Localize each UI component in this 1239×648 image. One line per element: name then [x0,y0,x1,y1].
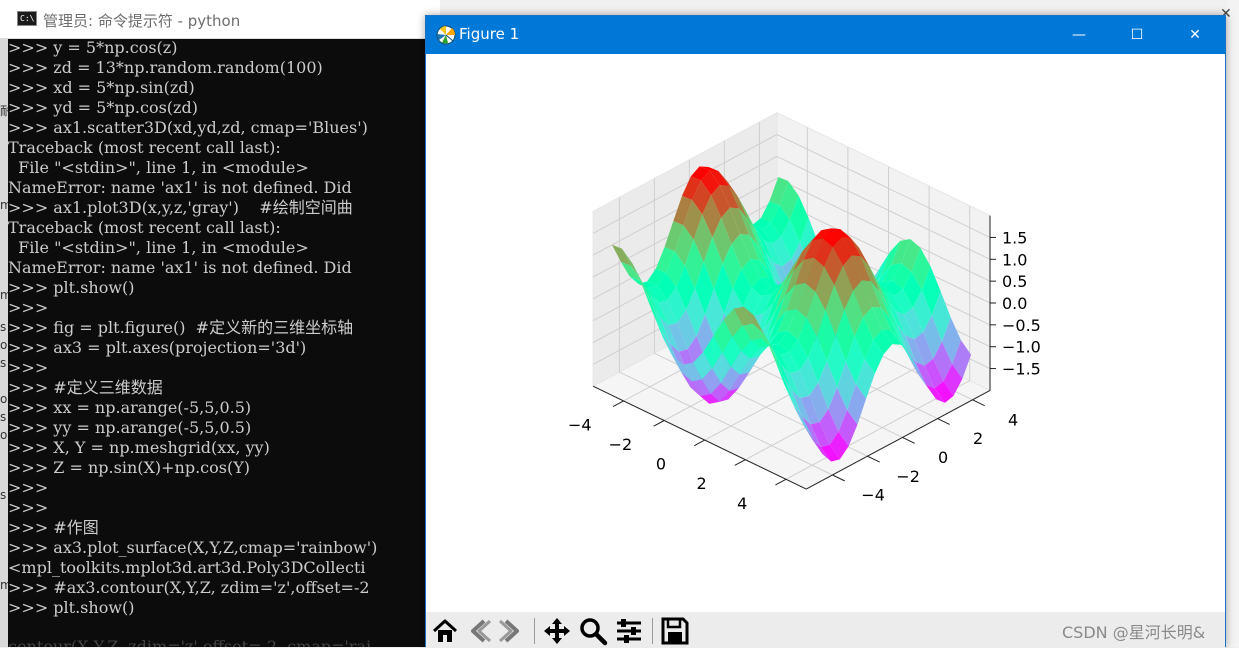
console-line: <mpl_toolkits.mplot3d.art3d.Poly3DCollec… [8,558,366,577]
cmd-window-title: 管理员: 命令提示符 - python [43,12,241,30]
z-tick-label: −0.5 [1002,316,1041,335]
console-line: Traceback (most recent call last): [8,138,281,157]
console-line: >>> zd = 13*np.random.random(100) [8,58,323,77]
x-tick [775,478,787,486]
console-line: >>> yd = 5*np.cos(zd) [8,98,198,117]
save-icon[interactable] [660,616,690,646]
cmd-titlebar[interactable]: C:\ 管理员: 命令提示符 - python [0,0,440,39]
y-tick [972,399,985,407]
background-window-text: m [0,288,8,302]
console-line: NameError: name 'ax1' is not defined. Di… [8,258,352,277]
background-window-text: s [0,356,7,370]
cmd-app-icon: C:\ [17,11,37,26]
z-tick-label: −1.5 [1002,360,1041,379]
background-window-text: m [0,578,8,592]
y-tick [867,455,880,463]
toolbar-separator [534,618,535,644]
command-prompt-window[interactable]: C:\ 管理员: 命令提示符 - python >>> y = 5*np.cos… [0,0,440,647]
background-window-text: o [0,392,8,406]
console-line: Traceback (most recent call last): [8,218,281,237]
console-line: File "<stdin>", line 1, in <module> [8,158,309,177]
console-line: >>> #ax3.contour(X,Y,Z, zdim='z',offset=… [8,578,370,597]
y-tick-label: −2 [896,467,920,486]
configure-subplots-icon[interactable] [614,616,644,646]
console-line: File "<stdin>", line 1, in <module> [8,238,309,257]
background-window-text: m [0,198,8,212]
minimize-button[interactable]: — [1050,16,1108,54]
console-line: >>> plt.show() [8,278,135,297]
console-line: >>> ax1.scatter3D(xd,yd,zd, cmap='Blues'… [8,118,368,137]
z-tick-label: 1.0 [1002,250,1027,269]
console-line: >>> [8,358,49,377]
console-line: >>> ax1.plot3D(x,y,z,'gray') #绘制空间曲 [8,198,353,217]
z-tick-label: 0.5 [1002,272,1027,291]
plot-canvas[interactable]: −4 −2 0 2 4 −4 −2 0 2 4 1.5 1.0 0.5 0.0 −0.5 −1.0 −1.5 [426,54,1225,612]
close-button[interactable]: ✕ [1166,16,1224,54]
y-tick [832,474,845,482]
x-tick-label: 0 [656,455,666,474]
console-line: >>> xx = np.arange(-5,5,0.5) [8,398,252,417]
forward-icon[interactable] [496,616,526,646]
z-tick-label: 0.0 [1002,294,1027,313]
x-tick [694,439,705,447]
console-line: >>> ax3 = plt.axes(projection='3d') [8,338,307,357]
maximize-button[interactable]: ☐ [1108,16,1166,54]
y-tick [902,436,915,444]
surface-plot[interactable]: −4 −2 0 2 4 −4 −2 0 2 4 1.5 1.0 0.5 0.0 −0.5 −1.0 −1.5 [426,54,1225,612]
z-tick-label: 1.5 [1002,228,1027,247]
figure-title: Figure 1 [459,25,520,43]
console-line: >>> yy = np.arange(-5,5,0.5) [8,418,252,437]
background-window-edge: 耐mmsosososm [0,38,8,647]
background-window-text: 耐 [0,104,8,118]
console-line: NameError: name 'ax1' is not defined. Di… [8,178,352,197]
y-tick-label: 2 [973,429,983,448]
x-tick [734,459,746,466]
console-line: >>> fig = plt.figure() #定义新的三维坐标轴 [8,318,354,337]
figure-window[interactable]: Figure 1 — ☐ ✕ −4 −2 0 2 4 −4 −2 0 2 4 1.5 1.0 0.5 0.… [425,15,1226,648]
background-window-right-edge [1226,0,1239,647]
background-window-text: s [0,410,7,424]
back-icon[interactable] [464,616,494,646]
pan-icon[interactable] [542,616,572,646]
figure-titlebar[interactable]: Figure 1 — ☐ ✕ [426,16,1225,54]
zoom-icon[interactable] [578,616,608,646]
background-window-text: s [0,488,7,502]
x-tick [653,420,665,427]
x-tick [612,400,624,407]
toolbar-separator [652,618,653,644]
console-line: >>> #作图 [8,518,99,537]
background-window-text: o [0,338,8,352]
x-tick-label: 2 [697,474,707,493]
console-line: >>> [8,498,49,517]
console-line: >>> [8,298,49,317]
console-line: >>> plt.show() [8,598,135,617]
watermark-text: CSDN @星河长明& [1062,623,1206,642]
console-output[interactable]: >>> y = 5*np.cos(z) >>> zd = 13*np.random… [8,38,428,638]
y-tick-label: 4 [1008,410,1018,429]
console-line: >>> Z = np.sin(X)+np.cos(Y) [8,458,251,477]
y-tick-label: −4 [861,486,885,505]
console-line: >>> [8,478,49,497]
y-tick [937,418,950,425]
console-line: >>> y = 5*np.cos(z) [8,38,178,57]
x-tick-label: −2 [609,435,633,454]
x-tick-label: 4 [737,494,747,513]
matplotlib-logo-icon [436,25,456,45]
console-line: >>> X, Y = np.meshgrid(xx, yy) [8,438,270,457]
console-line: >>> ax3.plot_surface(X,Y,Z,cmap='rainbow… [8,538,378,557]
home-icon[interactable] [430,616,460,646]
console-line: >>> #定义三维数据 [8,378,163,397]
z-tick-label: −1.0 [1002,338,1041,357]
background-window-text: s [0,320,7,334]
x-tick-label: −4 [568,415,592,434]
console-line: >>> xd = 5*np.sin(zd) [8,78,195,97]
background-window-text: o [0,428,8,442]
console-tail-line: contour(X,Y,Z, zdim='z',offset=-2, cmap=… [8,637,372,647]
y-tick-label: 0 [938,448,948,467]
